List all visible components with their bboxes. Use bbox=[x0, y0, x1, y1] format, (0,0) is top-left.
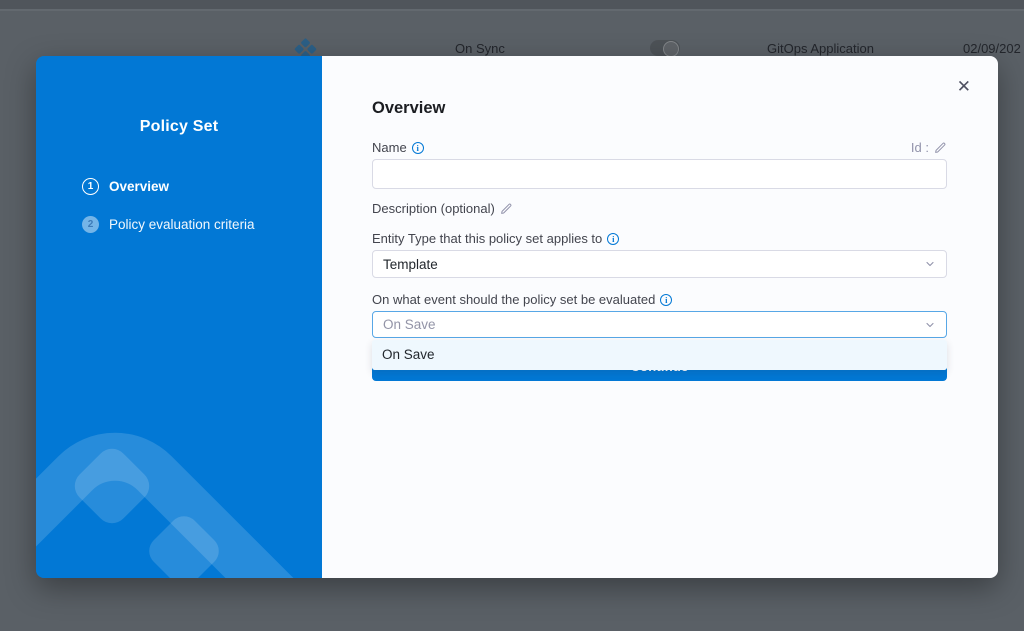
edit-pencil-icon[interactable] bbox=[500, 202, 513, 215]
name-label: Name bbox=[372, 140, 407, 155]
step-overview[interactable]: 1 Overview bbox=[82, 178, 255, 195]
name-input[interactable] bbox=[372, 159, 947, 189]
entity-type-select[interactable]: Template bbox=[372, 250, 947, 278]
wizard-title: Policy Set bbox=[36, 118, 322, 136]
event-label: On what event should the policy set be e… bbox=[372, 292, 655, 307]
wizard-sidebar: Policy Set 1 Overview 2 Policy evaluatio… bbox=[36, 56, 322, 578]
entity-type-label-row: Entity Type that this policy set applies… bbox=[372, 231, 947, 246]
event-label-row: On what event should the policy set be e… bbox=[372, 292, 947, 307]
entity-type-label: Entity Type that this policy set applies… bbox=[372, 231, 602, 246]
info-icon[interactable] bbox=[607, 233, 619, 245]
step-policy-evaluation-criteria[interactable]: 2 Policy evaluation criteria bbox=[82, 216, 255, 233]
step-label: Policy evaluation criteria bbox=[109, 217, 255, 232]
event-select-dropdown-menu: On Save bbox=[372, 340, 947, 370]
chevron-down-icon bbox=[924, 258, 936, 270]
info-icon[interactable] bbox=[660, 294, 672, 306]
page-title: Overview bbox=[372, 99, 445, 118]
event-select-placeholder: On Save bbox=[383, 317, 436, 332]
info-icon[interactable] bbox=[412, 142, 424, 154]
close-icon[interactable]: ✕ bbox=[957, 78, 971, 95]
name-label-row: Name Id : bbox=[372, 140, 947, 155]
step-label: Overview bbox=[109, 179, 169, 194]
description-label: Description (optional) bbox=[372, 201, 495, 216]
description-label-row: Description (optional) bbox=[372, 201, 947, 216]
dropdown-option-on-save[interactable]: On Save bbox=[372, 340, 947, 370]
edit-pencil-icon[interactable] bbox=[934, 141, 947, 154]
step-number-badge: 2 bbox=[82, 216, 99, 233]
policy-set-modal: Policy Set 1 Overview 2 Policy evaluatio… bbox=[36, 56, 998, 578]
chevron-down-icon bbox=[924, 319, 936, 331]
step-number-badge: 1 bbox=[82, 178, 99, 195]
wizard-steps: 1 Overview 2 Policy evaluation criteria bbox=[82, 178, 255, 254]
event-select[interactable]: On Save bbox=[372, 311, 947, 338]
entity-type-value: Template bbox=[383, 257, 438, 272]
modal-content: ✕ Overview Name Id : Description (option… bbox=[322, 56, 998, 578]
id-label: Id : bbox=[911, 140, 929, 155]
